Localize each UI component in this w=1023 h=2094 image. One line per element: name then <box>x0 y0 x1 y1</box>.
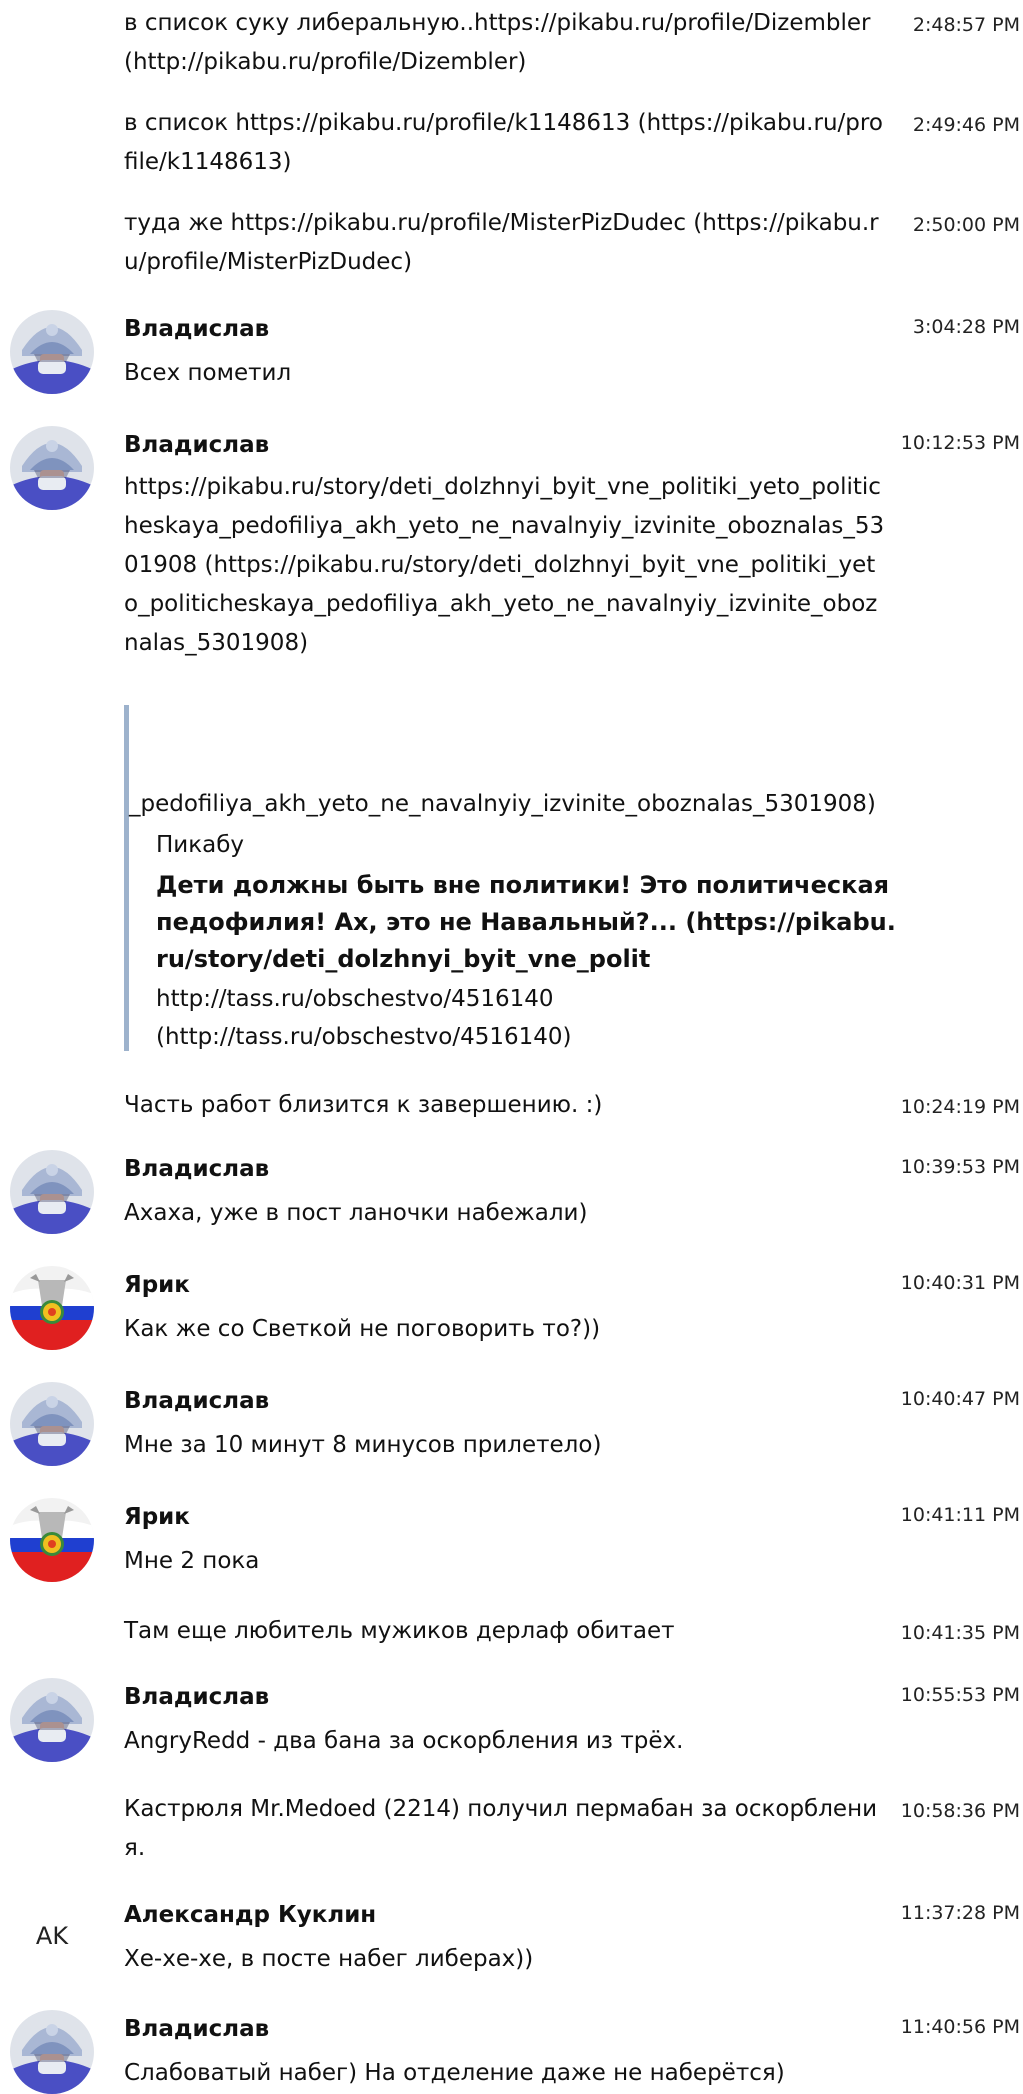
avatar[interactable] <box>10 310 94 394</box>
message-author[interactable]: Ярик <box>124 1270 190 1300</box>
message-time: 10:41:11 PM <box>900 1504 1020 1526</box>
message-author[interactable]: Александр Куклин <box>124 1900 376 1930</box>
avatar[interactable] <box>10 1498 94 1582</box>
message-text: Всех пометил <box>124 360 292 386</box>
message-text: Мне 2 пока <box>124 1548 260 1574</box>
message-text: Хе-хе-хе, в посте набег либерах)) <box>124 1946 534 1972</box>
message-time: 10:40:47 PM <box>900 1388 1020 1410</box>
message-time: 10:12:53 PM <box>900 432 1020 454</box>
message-text: Как же со Светкой не поговорить то?)) <box>124 1316 601 1342</box>
message-author[interactable]: Владислав <box>124 430 269 460</box>
link-preview-url[interactable]: _pedofiliya_akh_yeto_ne_navalnyiy_izvini… <box>129 785 876 824</box>
message-author[interactable]: Ярик <box>124 1502 190 1532</box>
masked-warrior-avatar-icon <box>10 1150 94 1234</box>
avatar[interactable] <box>10 1382 94 1466</box>
message-time: 10:40:31 PM <box>900 1272 1020 1294</box>
message-author[interactable]: Владислав <box>124 2014 269 2044</box>
message-author[interactable]: Владислав <box>124 314 269 344</box>
russian-flag-emblem-avatar-icon <box>10 1266 94 1350</box>
masked-warrior-avatar-icon <box>10 310 94 394</box>
message-text: Кастрюля Mr.Medoed (2214) получил пермаб… <box>124 1796 878 1861</box>
message-time: 2:48:57 PM <box>912 14 1020 36</box>
masked-warrior-avatar-icon <box>10 1382 94 1466</box>
message-author[interactable]: Владислав <box>124 1386 269 1416</box>
avatar[interactable] <box>10 1150 94 1234</box>
avatar[interactable] <box>10 2010 94 2094</box>
message-time: 10:55:53 PM <box>900 1684 1020 1706</box>
message-author[interactable]: Владислав <box>124 1682 269 1712</box>
message-time: 2:49:46 PM <box>912 114 1020 136</box>
link-preview-title[interactable]: Дети должны быть вне политики! Это полит… <box>156 867 896 978</box>
link-preview-body[interactable]: http://tass.ru/obschestvo/4516140 (http:… <box>156 980 876 1056</box>
message-text: Ахаха, уже в пост ланочки набежали) <box>124 1200 588 1226</box>
message-time: 3:04:28 PM <box>912 316 1020 338</box>
message-text: в список https://pikabu.ru/profile/k1148… <box>124 110 883 175</box>
avatar[interactable] <box>10 1678 94 1762</box>
message-text: Там еще любитель мужиков дерлаф обитает <box>124 1618 675 1644</box>
message-text: Часть работ близится к завершению. :) <box>124 1092 603 1118</box>
message-text: Слабоватый набег) На отделение даже не н… <box>124 2060 785 2086</box>
message-time: 10:24:19 PM <box>900 1096 1020 1118</box>
avatar[interactable] <box>10 426 94 510</box>
message-time: 11:40:56 PM <box>900 2016 1020 2038</box>
link-preview[interactable]: _pedofiliya_akh_yeto_ne_navalnyiy_izvini… <box>124 705 896 1051</box>
message-time: 10:58:36 PM <box>900 1800 1020 1822</box>
link-preview-site: Пикабу <box>156 832 245 858</box>
message-time: 10:41:35 PM <box>900 1622 1020 1644</box>
russian-flag-emblem-avatar-icon <box>10 1498 94 1582</box>
message-link[interactable]: https://pikabu.ru/story/deti_dolzhnyi_by… <box>124 468 889 663</box>
message-author[interactable]: Владислав <box>124 1154 269 1184</box>
message-text: туда же https://pikabu.ru/profile/Mister… <box>124 210 879 275</box>
message-time: 11:37:28 PM <box>900 1902 1020 1924</box>
masked-warrior-avatar-icon <box>10 2010 94 2094</box>
message-text: в список суку либеральную..https://pikab… <box>124 10 871 75</box>
message-text: Мне за 10 минут 8 минусов прилетело) <box>124 1432 602 1458</box>
message-time: 10:39:53 PM <box>900 1156 1020 1178</box>
masked-warrior-avatar-icon <box>10 426 94 510</box>
avatar[interactable] <box>10 1266 94 1350</box>
masked-warrior-avatar-icon <box>10 1678 94 1762</box>
message-text: AngryRedd - два бана за оскорбления из т… <box>124 1728 684 1754</box>
message-time: 2:50:00 PM <box>912 214 1020 236</box>
avatar-initials[interactable]: AK <box>10 1922 94 1950</box>
